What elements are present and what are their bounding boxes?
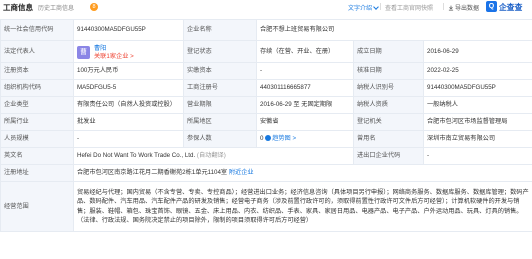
table-row: 所属行业 批发业 所属地区 安徽省 登记机关 合肥市包河区市场监督管理局 [0, 113, 532, 131]
org-code-label: 组织机构代码 [0, 79, 74, 97]
table-row: 经营范围 贸易经纪与代理；国内贸易（不含专营、专卖、专控商品）；经营进出口业务；… [0, 181, 532, 232]
divider [443, 3, 444, 10]
biz-reg-label: 工商注册号 [183, 79, 257, 97]
copy-text-label: 文字介绍 [348, 6, 373, 12]
region-label: 所属地区 [183, 113, 257, 131]
en-name-cell: Hefei Do Not Want To Work Trade Co., Ltd… [73, 147, 354, 165]
copy-text-dropdown[interactable]: 文字介绍 [348, 3, 379, 12]
export-button[interactable]: 导出数据 [448, 3, 479, 12]
staff-label: 人员规模 [0, 130, 74, 148]
taxpayer-id-label: 纳税人识别号 [353, 79, 424, 97]
credit-code-label: 统一社会信用代码 [0, 19, 74, 41]
table-row: 企业类型 有限责任公司（自然人投资或控股） 营业期限 2016-06-29 至 … [0, 96, 532, 114]
legal-rep-name-link[interactable]: 曹阳 [94, 45, 106, 53]
history-info-link[interactable]: 历史工商信息 [38, 3, 74, 12]
section-header: 工商信息 历史工商信息 8 文字介绍 查看工商官网快照 导出数据 Q 企查查 [0, 0, 532, 14]
business-info-panel: 工商信息 历史工商信息 8 文字介绍 查看工商官网快照 导出数据 Q 企查查 统… [0, 0, 532, 259]
type-value: 有限责任公司（自然人投资或控股） [73, 96, 184, 114]
approved-value: 2022-02-25 [422, 62, 532, 80]
approved-label: 核准日期 [353, 62, 424, 80]
type-label: 企业类型 [0, 96, 74, 114]
scope-label: 经营范围 [0, 181, 74, 232]
table-row: 统一社会信用代码 91440300MA5DFGU55P 企业名称 合肥不想上班贸… [0, 19, 532, 41]
table-row: 法定代表人 曹 曹阳 关联1家企业 > 登记状态 存续（在营、开业、在册） 成立… [0, 40, 532, 63]
trend-label: 趋势图 > [272, 135, 297, 142]
table-row: 注册资本 100万元人民币 实缴资本 - 核准日期 2022-02-25 [0, 62, 532, 80]
reg-capital-label: 注册资本 [0, 62, 74, 80]
established-value: 2016-06-29 [422, 40, 532, 63]
status-label: 登记状态 [183, 40, 257, 63]
table-row: 注册地址 合肥市包河区南京路江花月二期香榭苑2栋1单元1104室 附近企业 [0, 164, 532, 182]
insured-label: 参保人数 [183, 130, 257, 148]
logo-text: 企查查 [499, 3, 523, 12]
former-name-label: 曾用名 [353, 130, 424, 148]
region-value: 安徽省 [256, 113, 354, 131]
chevron-down-icon [373, 4, 379, 10]
info-table: 统一社会信用代码 91440300MA5DFGU55P 企业名称 合肥不想上班贸… [0, 19, 532, 232]
address-label: 注册地址 [0, 164, 74, 182]
established-label: 成立日期 [353, 40, 424, 63]
credit-code-value: 91440300MA5DFGU55P [73, 19, 184, 41]
legal-rep-cell: 曹 曹阳 关联1家企业 > [73, 40, 184, 63]
insured-value: 0 [260, 135, 264, 142]
scope-value: 贸易经纪与代理；国内贸易（不含专营、专卖、专控商品）；经营进出口业务；经济信息咨… [72, 181, 532, 232]
imp-exp-label: 进出口企业代码 [353, 147, 424, 165]
table-row: 组织机构代码 MA5DFGU5-5 工商注册号 440301116665877 … [0, 79, 532, 97]
logo-mark-icon: Q [486, 1, 497, 12]
term-value: 2016-06-29 至 无固定期限 [256, 96, 354, 114]
address-cell: 合肥市包河区南京路江花月二期香榭苑2栋1单元1104室 附近企业 [72, 164, 532, 182]
company-name-value: 合肥不想上班贸易有限公司 [255, 19, 532, 41]
industry-value: 批发业 [73, 113, 184, 131]
term-label: 营业期限 [183, 96, 257, 114]
authority-label: 登记机关 [353, 113, 424, 131]
trend-icon [265, 135, 272, 142]
related-companies-link[interactable]: 关联1家企业 > [94, 53, 134, 61]
divider [380, 3, 381, 10]
download-icon [448, 6, 454, 11]
legal-rep-label: 法定代表人 [0, 40, 74, 63]
trend-chart-link[interactable]: 趋势图 > [265, 135, 296, 142]
history-count-badge: 8 [90, 3, 98, 11]
biz-reg-value: 440301116665877 [256, 79, 354, 97]
taxpayer-id-value: 91440300MA5DFGU55P [422, 79, 532, 97]
status-value: 存续（在营、开业、在册） [256, 40, 354, 63]
paid-capital-value: - [256, 62, 354, 80]
export-label: 导出数据 [455, 6, 480, 12]
section-title: 工商信息 [3, 3, 33, 12]
org-code-value: MA5DFGU5-5 [73, 79, 184, 97]
company-name-label: 企业名称 [183, 19, 257, 41]
paid-capital-label: 实缴资本 [183, 62, 257, 80]
table-row: 英文名 Hefei Do Not Want To Work Trade Co.,… [0, 147, 532, 165]
staff-value: - [73, 130, 184, 148]
insured-cell: 0 趋势图 > [256, 130, 354, 148]
taxpayer-qual-label: 纳税人资质 [353, 96, 424, 114]
gov-snapshot-link[interactable]: 查看工商官网快照 [385, 3, 433, 12]
address-value: 合肥市包河区南京路江花月二期香榭苑2栋1单元1104室 [77, 169, 228, 176]
auto-translate-tag: (自动翻译) [196, 152, 226, 159]
en-name-value: Hefei Do Not Want To Work Trade Co., Ltd… [77, 152, 196, 159]
imp-exp-value: - [422, 147, 532, 165]
industry-label: 所属行业 [0, 113, 74, 131]
en-name-label: 英文名 [0, 147, 74, 165]
nearby-companies-link[interactable]: 附近企业 [229, 169, 254, 176]
avatar[interactable]: 曹 [77, 45, 90, 59]
taxpayer-qual-value: 一般纳税人 [422, 96, 532, 114]
table-row: 人员规模 - 参保人数 0 趋势图 > 曾用名 深圳市南立贸易有限公司 [0, 130, 532, 148]
authority-value: 合肥市包河区市场监督管理局 [422, 113, 532, 131]
former-name-value: 深圳市南立贸易有限公司 [422, 130, 532, 148]
reg-capital-value: 100万元人民币 [73, 62, 184, 80]
